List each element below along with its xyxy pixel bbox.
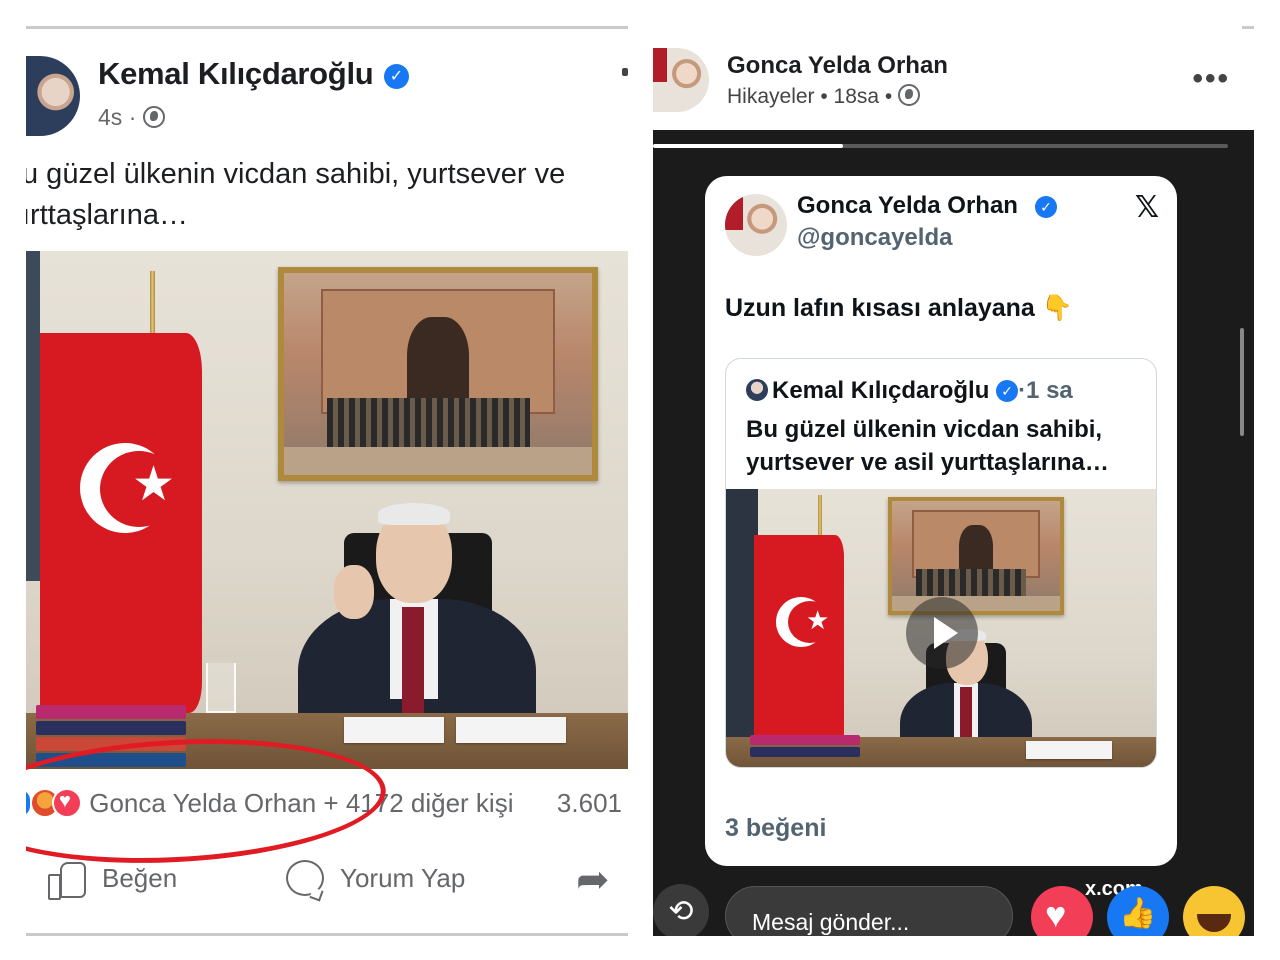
- post-actions: Beğen Yorum Yap ➦: [26, 860, 628, 906]
- story-reply-bar: ⟲ Mesaj gönder... x.com: [653, 878, 1254, 936]
- like-label: Beğen: [102, 862, 178, 893]
- story-viewer: Gonca Yelda Orhan Hikayeler • 18sa • •••…: [653, 26, 1254, 936]
- share-icon: ➦: [576, 858, 610, 902]
- globe-icon: [142, 106, 165, 128]
- author-avatar[interactable]: [26, 56, 80, 136]
- tweet-text-body: Uzun lafın kısası anlayana: [725, 294, 1035, 322]
- comment-button[interactable]: Yorum Yap: [286, 860, 465, 896]
- pointing-down-emoji-icon: 👇: [1041, 294, 1073, 322]
- like-button[interactable]: Beğen: [48, 860, 178, 900]
- tweet-author-name: Gonca Yelda Orhan: [797, 192, 1018, 219]
- comment-label: Yorum Yap: [340, 862, 466, 893]
- quoted-time: ·1 sa: [1018, 377, 1073, 404]
- divider: [26, 26, 628, 29]
- like-icon: [48, 860, 86, 900]
- verified-badge-icon: ✓: [1035, 196, 1057, 218]
- tweet-text: Uzun lafın kısası anlayana 👇: [725, 294, 1073, 323]
- tweet-author-handle: @goncayelda: [797, 224, 953, 251]
- story-author-avatar[interactable]: [653, 48, 709, 112]
- tweet-card[interactable]: Gonca Yelda Orhan ✓ @goncayelda 𝕏 Uzun l…: [705, 176, 1177, 866]
- author-name[interactable]: Kemal Kılıçdaroğlu: [98, 56, 374, 92]
- story-content[interactable]: Gonca Yelda Orhan ✓ @goncayelda 𝕏 Uzun l…: [653, 130, 1254, 936]
- quoted-tweet-header: Kemal Kılıçdaroğlu ✓ ·1 sa: [746, 377, 1073, 405]
- globe-icon: [898, 84, 921, 106]
- more-options-icon[interactable]: •••: [1192, 62, 1230, 96]
- more-options-icon[interactable]: [622, 68, 628, 76]
- post-time[interactable]: 4s: [98, 104, 122, 130]
- quoted-author-name: Kemal Kılıçdaroğlu: [772, 377, 990, 404]
- story-meta: Hikayeler • 18sa •: [727, 84, 921, 109]
- comment-icon: [286, 860, 324, 896]
- comment-count[interactable]: 3.601: [557, 788, 622, 819]
- divider: [26, 933, 628, 936]
- facebook-post: Kemal Kılıçdaroğlu ✓ 4s · u güzel ülkeni…: [26, 26, 628, 936]
- quoted-author-avatar: [746, 379, 768, 401]
- tweet-likes: 3 beğeni: [725, 814, 827, 842]
- message-input[interactable]: Mesaj gönder...: [725, 886, 1013, 936]
- verified-badge-icon: ✓: [996, 380, 1019, 402]
- post-photo[interactable]: ★: [26, 251, 628, 769]
- scrollbar[interactable]: [1240, 328, 1244, 436]
- play-icon[interactable]: [906, 597, 978, 669]
- quoted-tweet-text: Bu güzel ülkenin vicdan sahibi, yurtseve…: [746, 416, 1109, 476]
- tweet-author-avatar: [725, 194, 787, 256]
- story-meta-text: Hikayeler • 18sa •: [727, 85, 893, 108]
- quoted-video-thumbnail: ★: [726, 489, 1156, 767]
- story-progress-bar: [653, 144, 1228, 148]
- verified-badge-icon: ✓: [384, 64, 409, 89]
- love-reaction-icon[interactable]: [1031, 886, 1093, 936]
- haha-reaction-icon[interactable]: [1183, 886, 1245, 936]
- story-progress-fill: [653, 144, 843, 148]
- post-meta: 4s ·: [98, 104, 165, 131]
- meta-separator: ·: [128, 104, 137, 130]
- post-text: u güzel ülkenin vicdan sahibi, yurtsever…: [26, 158, 566, 231]
- divider: [1242, 26, 1254, 29]
- repost-icon[interactable]: ⟲: [653, 884, 709, 936]
- story-author-name[interactable]: Gonca Yelda Orhan: [727, 52, 948, 80]
- share-button[interactable]: ➦: [576, 860, 610, 900]
- x-logo-icon: 𝕏: [1134, 191, 1159, 224]
- quoted-tweet: Kemal Kılıçdaroğlu ✓ ·1 sa Bu güzel ülken…: [725, 358, 1157, 768]
- like-reaction-icon[interactable]: [1107, 886, 1169, 936]
